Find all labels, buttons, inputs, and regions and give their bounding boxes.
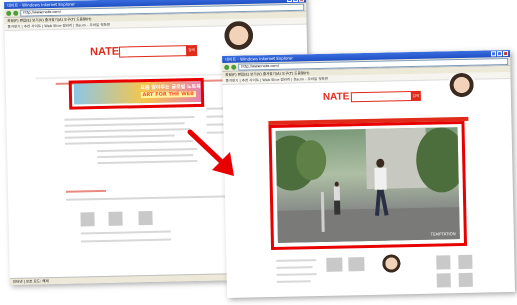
window-title: 네이트 - Windows Internet Explorer <box>225 55 294 62</box>
thumbnail[interactable] <box>80 212 95 227</box>
model-photo[interactable] <box>378 254 405 285</box>
thumbnail[interactable] <box>458 254 473 270</box>
nate-logo[interactable]: NATE <box>323 91 350 103</box>
thumbnail[interactable] <box>458 272 473 288</box>
browser-window-front: 네이트 - Windows Internet Explorer http://w… <box>222 49 516 298</box>
back-icon[interactable] <box>224 64 230 70</box>
thumbnail[interactable] <box>436 273 451 288</box>
maximize-icon[interactable] <box>292 0 299 2</box>
thumbnail[interactable] <box>138 210 153 226</box>
close-icon[interactable] <box>298 0 305 2</box>
red-arrow <box>187 129 234 176</box>
highlight-box-video <box>268 120 468 251</box>
forward-icon[interactable] <box>13 10 19 16</box>
thumbnail[interactable] <box>108 211 123 226</box>
thumbnail[interactable] <box>348 257 365 272</box>
thumbnail[interactable] <box>436 255 451 270</box>
minimize-icon[interactable] <box>286 0 293 3</box>
back-icon[interactable] <box>6 10 12 16</box>
forward-icon[interactable] <box>231 64 237 70</box>
window-title: 네이트 - Windows Internet Explorer <box>7 1 76 8</box>
thumbnail[interactable] <box>326 257 343 272</box>
highlight-box-banner <box>68 77 205 110</box>
search-button[interactable]: 검색 <box>185 44 198 57</box>
minimize-icon[interactable] <box>490 51 497 57</box>
maximize-icon[interactable] <box>496 51 503 57</box>
search-input[interactable] <box>350 91 413 103</box>
search-input[interactable] <box>118 45 189 58</box>
model-photo <box>444 72 480 114</box>
close-icon[interactable] <box>502 51 509 57</box>
nate-logo[interactable]: NATE <box>90 46 119 59</box>
search-button[interactable]: 검색 <box>410 90 421 102</box>
